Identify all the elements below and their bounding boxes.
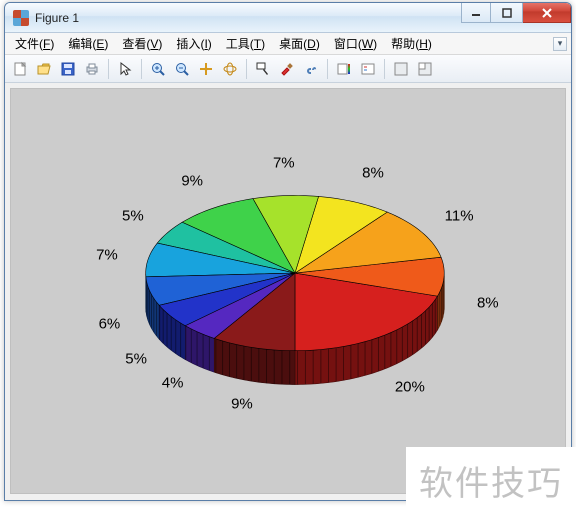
pie-label: 9% <box>181 172 203 189</box>
new-axes-button[interactable] <box>390 58 412 80</box>
maximize-button[interactable] <box>491 3 523 23</box>
pie-label: 11% <box>445 207 474 224</box>
menu-help-label: 帮助 <box>391 37 415 51</box>
pointer-button[interactable] <box>114 58 136 80</box>
toolbar-separator <box>246 59 247 79</box>
pie-label: 5% <box>122 207 144 224</box>
menu-expand-icon[interactable]: ▾ <box>553 37 567 51</box>
sub-axes-button[interactable] <box>414 58 436 80</box>
menu-window[interactable]: 窗口(W) <box>328 33 383 54</box>
toolbar-separator <box>108 59 109 79</box>
toolbar-separator <box>141 59 142 79</box>
menu-view[interactable]: 查看(V) <box>116 33 168 54</box>
matlab-icon <box>13 10 29 26</box>
toolbar-separator <box>384 59 385 79</box>
window-title: Figure 1 <box>35 11 461 25</box>
pie-label: 6% <box>99 315 121 332</box>
menu-desktop[interactable]: 桌面(D) <box>273 33 326 54</box>
link-button[interactable] <box>300 58 322 80</box>
pie-label: 8% <box>362 164 384 181</box>
menu-file-label: 文件 <box>15 37 39 51</box>
menu-insert[interactable]: 插入(I) <box>170 33 217 54</box>
watermark: 软件技巧 <box>406 447 576 513</box>
menu-edit-label: 编辑 <box>68 37 92 51</box>
menu-window-label: 窗口 <box>334 37 358 51</box>
zoom-out-button[interactable] <box>171 58 193 80</box>
legend-button[interactable] <box>357 58 379 80</box>
pie-label: 7% <box>96 246 118 263</box>
pie3d-chart <box>11 89 565 493</box>
menu-edit[interactable]: 编辑(E) <box>62 33 114 54</box>
menu-insert-label: 插入 <box>176 37 200 51</box>
menu-view-label: 查看 <box>122 37 146 51</box>
toolbar-separator <box>327 59 328 79</box>
pie-label: 20% <box>395 378 425 395</box>
new-figure-button[interactable] <box>9 58 31 80</box>
figure-window: Figure 1 文件(F) 编辑(E) 查看(V) 插入(I) 工具(T) 桌… <box>4 2 572 501</box>
titlebar[interactable]: Figure 1 <box>5 3 571 33</box>
data-cursor-button[interactable] <box>252 58 274 80</box>
window-controls <box>461 3 571 32</box>
menu-help[interactable]: 帮助(H) <box>385 33 438 54</box>
minimize-button[interactable] <box>461 3 491 23</box>
rotate3d-button[interactable] <box>219 58 241 80</box>
menu-desktop-label: 桌面 <box>279 37 303 51</box>
pie-label: 7% <box>273 155 295 172</box>
print-button[interactable] <box>81 58 103 80</box>
save-button[interactable] <box>57 58 79 80</box>
figure-canvas[interactable]: 20% 8% 11% 8% 7% 9% 5% 7% 6% 5% 4% 9% <box>10 88 566 494</box>
pan-button[interactable] <box>195 58 217 80</box>
open-button[interactable] <box>33 58 55 80</box>
colorbar-button[interactable] <box>333 58 355 80</box>
menubar: 文件(F) 编辑(E) 查看(V) 插入(I) 工具(T) 桌面(D) 窗口(W… <box>5 33 571 55</box>
pie-label: 8% <box>477 295 499 312</box>
zoom-in-button[interactable] <box>147 58 169 80</box>
brush-button[interactable] <box>276 58 298 80</box>
pie-label: 5% <box>125 351 147 368</box>
menu-tools-label: 工具 <box>226 37 250 51</box>
pie-label: 4% <box>162 374 184 391</box>
pie-label: 9% <box>231 396 253 413</box>
menu-tools[interactable]: 工具(T) <box>220 33 271 54</box>
toolbar <box>5 55 571 83</box>
menu-file[interactable]: 文件(F) <box>9 33 60 54</box>
close-button[interactable] <box>523 3 571 23</box>
